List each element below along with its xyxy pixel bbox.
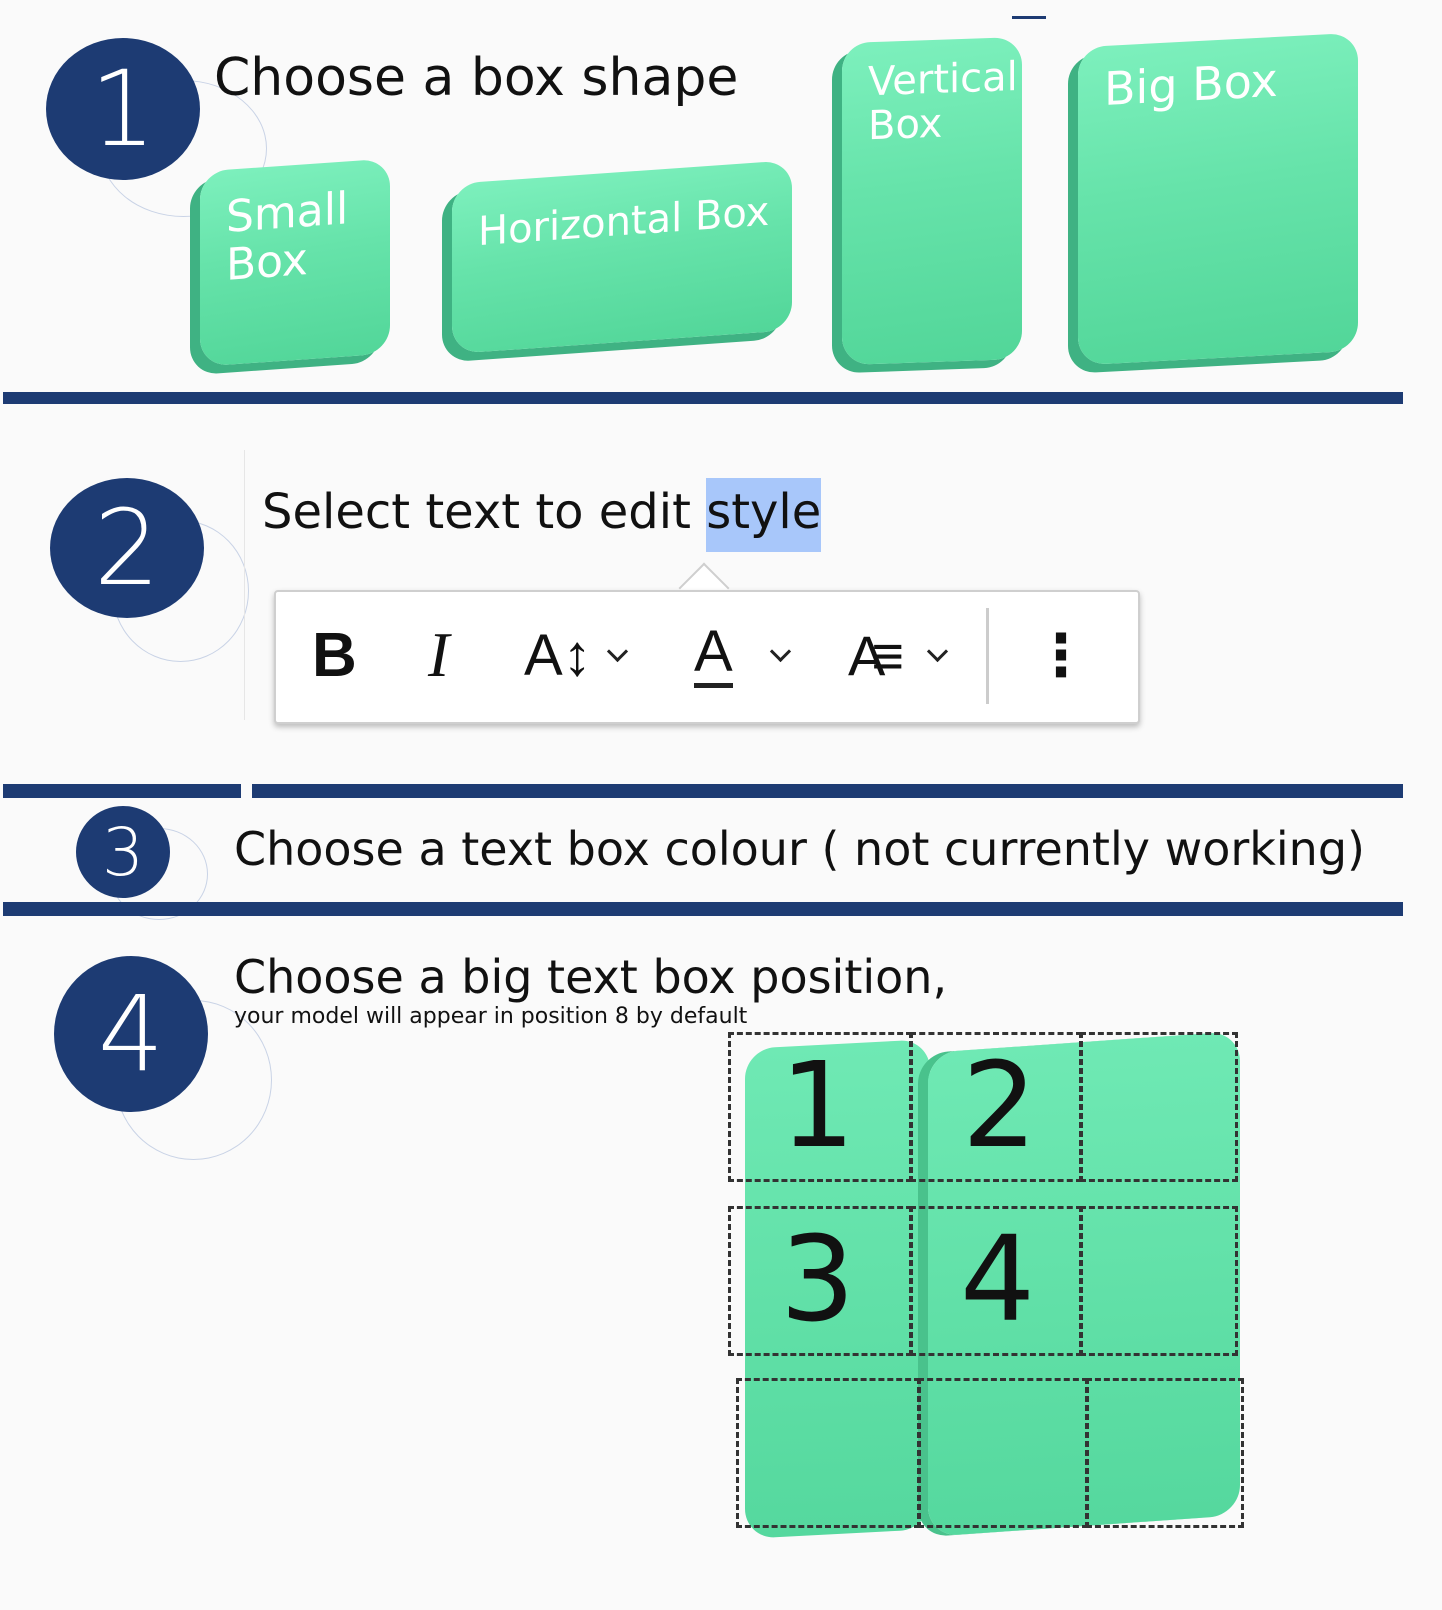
text-effects-button[interactable]: A≡ bbox=[848, 610, 949, 700]
horizontal-box-label: Horizontal Box bbox=[478, 188, 770, 256]
italic-icon: I bbox=[428, 619, 450, 690]
step4-heading: Choose a big text box position, bbox=[234, 950, 948, 1004]
font-color-icon: A bbox=[694, 622, 733, 688]
step4-number-badge: 4 bbox=[54, 956, 208, 1112]
text-effects-chevron-down-icon bbox=[926, 640, 949, 662]
step2-heading: Select text to edit style bbox=[262, 478, 822, 552]
step3-heading: Choose a text box colour ( not currently… bbox=[234, 822, 1365, 876]
horizontal-box-shape[interactable]: Horizontal Box bbox=[452, 160, 792, 354]
position-cell-6[interactable] bbox=[1080, 1206, 1238, 1356]
more-options-icon: ⋮ bbox=[1032, 621, 1090, 689]
position-cell-5[interactable] bbox=[1080, 1032, 1238, 1182]
selected-text-highlight[interactable]: style bbox=[706, 478, 822, 552]
vertical-box-shape[interactable]: Vertical Box bbox=[842, 36, 1022, 366]
text-effects-icon: A≡ bbox=[848, 623, 904, 687]
step1-number: 1 bbox=[89, 48, 157, 170]
top-edge-mark bbox=[1012, 16, 1046, 19]
position-label-1: 1 bbox=[780, 1036, 856, 1174]
step4-number: 4 bbox=[97, 973, 165, 1095]
step3-number: 3 bbox=[102, 813, 144, 891]
step3-number-badge: 3 bbox=[76, 806, 170, 898]
step4-subheading: your model will appear in position 8 by … bbox=[234, 1004, 748, 1029]
toolbar-separator bbox=[986, 608, 989, 704]
position-label-3: 3 bbox=[780, 1210, 856, 1348]
italic-button[interactable]: I bbox=[428, 610, 449, 700]
text-style-toolbar: B I A↕ A A≡ ⋮ bbox=[274, 590, 1140, 724]
step1-number-badge: 1 bbox=[46, 38, 200, 180]
vertical-box-label-line2: Box bbox=[868, 100, 943, 150]
font-size-button[interactable]: A↕ bbox=[524, 610, 628, 700]
more-options-button[interactable]: ⋮ bbox=[1032, 610, 1090, 700]
position-cell-8[interactable] bbox=[918, 1378, 1088, 1528]
position-cell-9[interactable] bbox=[1086, 1378, 1244, 1528]
font-color-button[interactable]: A bbox=[694, 610, 791, 700]
step2-number: 2 bbox=[93, 487, 161, 609]
bold-icon: B bbox=[312, 620, 357, 690]
vertical-box-label-line1: Vertical bbox=[868, 54, 1018, 106]
divider-2-right bbox=[252, 784, 1403, 798]
position-label-2: 2 bbox=[962, 1036, 1038, 1174]
font-color-chevron-down-icon bbox=[769, 640, 791, 662]
big-box-label: Big Box bbox=[1104, 52, 1278, 116]
step2-number-badge: 2 bbox=[50, 478, 204, 618]
font-size-chevron-down-icon bbox=[606, 640, 628, 662]
position-label-4: 4 bbox=[960, 1210, 1036, 1348]
step1-heading: Choose a box shape bbox=[214, 48, 739, 108]
bold-button[interactable]: B bbox=[312, 610, 357, 700]
big-box-shape[interactable]: Big Box bbox=[1078, 32, 1358, 366]
step2-heading-text: Select text to edit bbox=[262, 484, 707, 540]
divider-3 bbox=[3, 902, 1403, 916]
small-box-shape[interactable]: Small Box bbox=[200, 158, 390, 367]
small-box-label-line2: Box bbox=[226, 234, 308, 292]
divider-2-left bbox=[3, 784, 241, 798]
font-size-icon: A↕ bbox=[524, 622, 592, 688]
position-cell-7[interactable] bbox=[736, 1378, 920, 1528]
divider-1 bbox=[3, 392, 1403, 404]
step2-frame-line bbox=[244, 450, 245, 720]
